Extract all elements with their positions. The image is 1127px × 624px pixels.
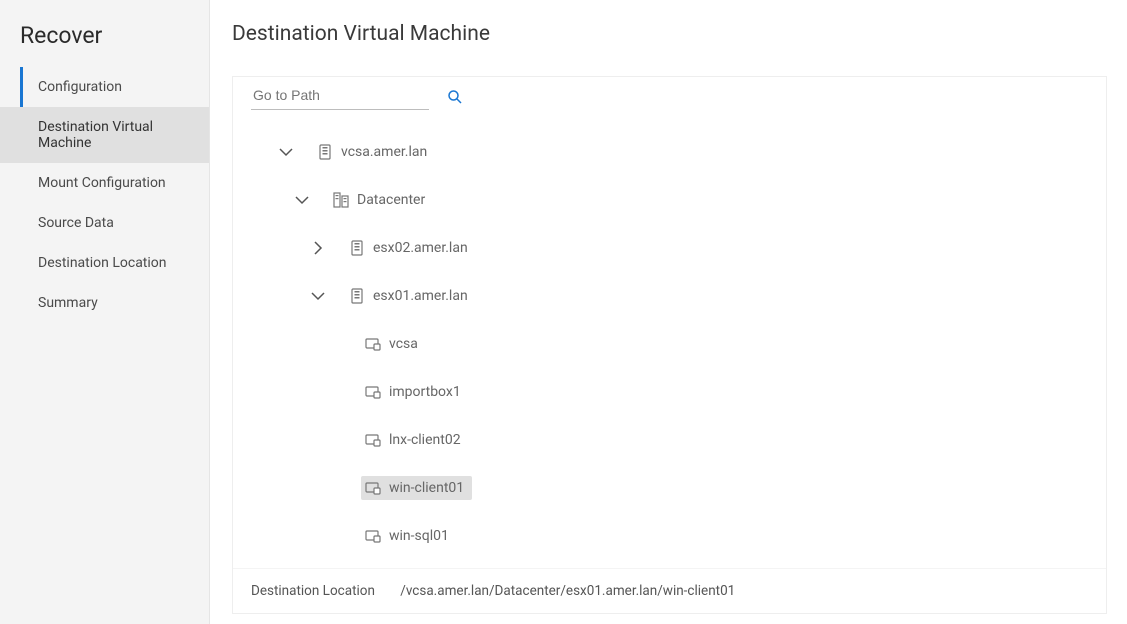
sidebar-item-label: Configuration [38, 79, 122, 95]
sidebar-title: Recover [0, 22, 209, 67]
sidebar-item-label: Mount Configuration [38, 175, 166, 191]
host-icon [349, 288, 365, 304]
search-row [233, 77, 1106, 110]
tree-node-label: esx02.amer.lan [373, 240, 468, 256]
vm-icon [365, 384, 381, 400]
tree-row[interactable]: vcsa [233, 320, 1106, 368]
tree-node[interactable]: win-sql01 [361, 524, 457, 548]
tree-node[interactable]: lnx-client02 [361, 428, 469, 452]
sidebar-item-source-data[interactable]: Source Data [0, 203, 209, 243]
sidebar-item-label: Summary [38, 295, 98, 311]
tree-node-label: importbox1 [389, 384, 461, 400]
tree-node-label: Datacenter [357, 192, 425, 208]
tree-node[interactable]: win-client01 [361, 476, 472, 500]
tree-node-label: vcsa.amer.lan [341, 144, 427, 160]
sidebar-item-label: Destination Virtual Machine [38, 119, 153, 151]
tree-node[interactable]: importbox1 [361, 380, 469, 404]
chevron-down-icon[interactable] [277, 143, 295, 161]
chevron-down-icon[interactable] [293, 191, 311, 209]
wizard-sidebar: Recover Configuration Destination Virtual… [0, 0, 210, 624]
tree-row[interactable]: win-sql01 [233, 512, 1106, 560]
tree-node[interactable]: esx02.amer.lan [345, 236, 476, 260]
tree-node[interactable]: Datacenter [329, 188, 433, 212]
vm-icon [365, 336, 381, 352]
destination-location-value: /vcsa.amer.lan/Datacenter/esx01.amer.lan… [400, 583, 735, 599]
tree-node-label: win-sql01 [389, 528, 449, 544]
tree-node-label: esx01.amer.lan [373, 288, 468, 304]
vm-icon [365, 480, 381, 496]
destination-location-row: Destination Location /vcsa.amer.lan/Data… [233, 568, 1106, 613]
datacenter-icon [333, 192, 349, 208]
sidebar-item-summary[interactable]: Summary [0, 283, 209, 323]
vm-browser-panel: vcsa.amer.lan Datacenter esx02.amer.lan esx… [232, 76, 1107, 614]
tree-row[interactable]: Datacenter [233, 176, 1106, 224]
tree-row[interactable]: win-client01 [233, 464, 1106, 512]
page-title: Destination Virtual Machine [232, 22, 1107, 46]
sidebar-item-label: Destination Location [38, 255, 167, 271]
tree-node[interactable]: esx01.amer.lan [345, 284, 476, 308]
sidebar-item-mount-configuration[interactable]: Mount Configuration [0, 163, 209, 203]
destination-location-label: Destination Location [251, 583, 375, 599]
tree-node[interactable]: vcsa.amer.lan [313, 140, 435, 164]
vm-icon [365, 432, 381, 448]
main-area: Destination Virtual Machine vcsa.amer.la… [210, 0, 1127, 624]
search-icon[interactable] [447, 89, 463, 105]
tree-row[interactable]: vcsa.amer.lan [233, 128, 1106, 176]
chevron-down-icon[interactable] [309, 287, 327, 305]
sidebar-item-destination-location[interactable]: Destination Location [0, 243, 209, 283]
sidebar-item-label: Source Data [38, 215, 114, 231]
tree-node-label: win-client01 [389, 480, 464, 496]
chevron-right-icon[interactable] [309, 239, 327, 257]
host-icon [317, 144, 333, 160]
vm-icon [365, 528, 381, 544]
tree-row[interactable]: esx02.amer.lan [233, 224, 1106, 272]
host-icon [349, 240, 365, 256]
sidebar-item-configuration[interactable]: Configuration [0, 67, 209, 107]
tree-row[interactable]: importbox1 [233, 368, 1106, 416]
vm-tree[interactable]: vcsa.amer.lan Datacenter esx02.amer.lan esx… [233, 110, 1106, 568]
tree-row[interactable]: esx01.amer.lan [233, 272, 1106, 320]
tree-row[interactable]: lnx-client02 [233, 416, 1106, 464]
path-search-input[interactable] [251, 83, 429, 110]
tree-node-label: vcsa [389, 336, 418, 352]
tree-node-label: lnx-client02 [389, 432, 461, 448]
tree-node[interactable]: vcsa [361, 332, 426, 356]
sidebar-item-destination-virtual-machine[interactable]: Destination Virtual Machine [0, 107, 209, 163]
